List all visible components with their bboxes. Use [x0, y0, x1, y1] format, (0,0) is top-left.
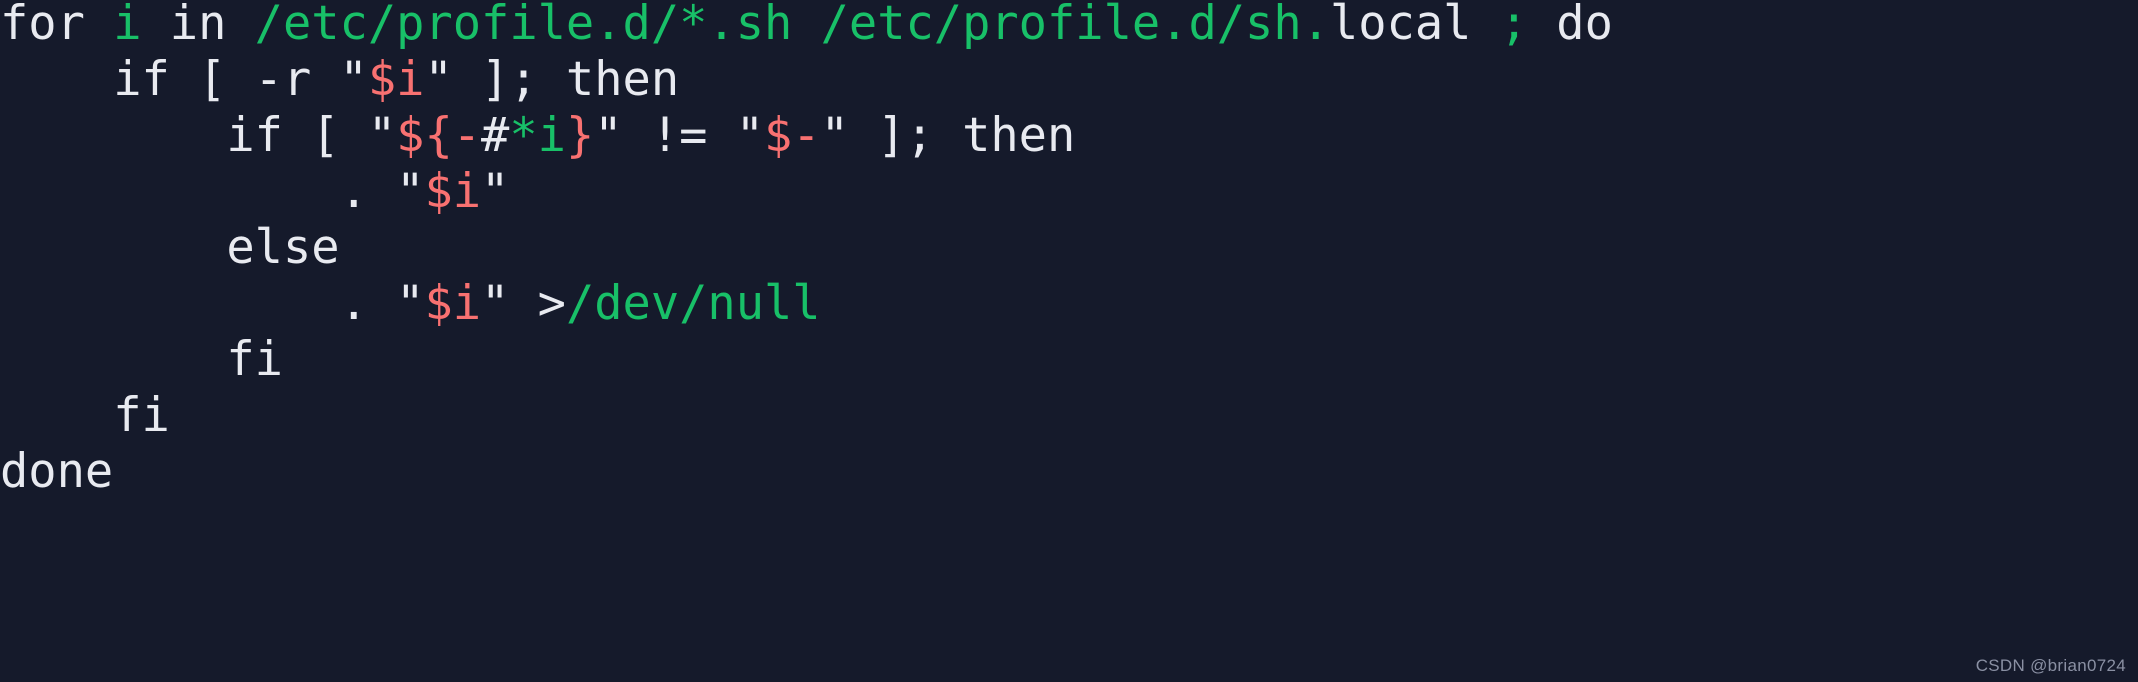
code-token: $i: [367, 52, 425, 107]
code-token: " != ": [594, 108, 765, 163]
code-token: ${-: [396, 108, 482, 163]
code-line: fi: [0, 388, 1613, 444]
watermark: CSDN @brian0724: [1975, 656, 2126, 675]
code-token: ": [481, 164, 510, 219]
code-token: *i: [509, 108, 566, 163]
code-token: " >: [481, 276, 566, 331]
code-token: . ": [339, 276, 425, 331]
code-block[interactable]: for i in /etc/profile.d/*.sh /etc/profil…: [0, 0, 1613, 500]
code-token: " ]; then: [424, 52, 680, 107]
code-token: done: [0, 444, 114, 499]
code-line: else: [0, 220, 1613, 276]
code-token: . ": [339, 164, 425, 219]
code-line: for i in /etc/profile.d/*.sh /etc/profil…: [0, 0, 1613, 52]
code-token: for: [0, 0, 114, 51]
code-token: $i: [424, 164, 482, 219]
code-line: done: [0, 444, 1613, 500]
code-line: . "$i": [0, 164, 1613, 220]
code-token: " ]; then: [820, 108, 1076, 163]
code-token: in: [141, 0, 255, 51]
code-token: if [ -r ": [113, 52, 368, 107]
code-token: /etc/profile.d/*.sh /etc/profile.d/sh.: [254, 0, 1330, 51]
code-token: /dev/null: [565, 276, 821, 331]
code-line: if [ "${-#*i}" != "$-" ]; then: [0, 108, 1613, 164]
code-line: . "$i" >/dev/null: [0, 276, 1613, 332]
code-token: $-: [764, 108, 821, 163]
code-token: local: [1329, 0, 1500, 51]
code-token: fi: [113, 388, 170, 443]
code-token: ;: [1499, 0, 1529, 51]
code-snippet-screenshot: for i in /etc/profile.d/*.sh /etc/profil…: [0, 0, 2138, 682]
code-token: i: [113, 0, 142, 51]
code-token: do: [1528, 0, 1613, 51]
code-token: if [ ": [226, 108, 397, 163]
code-token: #: [481, 108, 510, 163]
code-line: if [ -r "$i" ]; then: [0, 52, 1613, 108]
code-token: else: [226, 220, 340, 275]
code-token: }: [565, 108, 595, 163]
code-line: fi: [0, 332, 1613, 388]
code-token: fi: [226, 332, 283, 387]
code-token: $i: [424, 276, 482, 331]
